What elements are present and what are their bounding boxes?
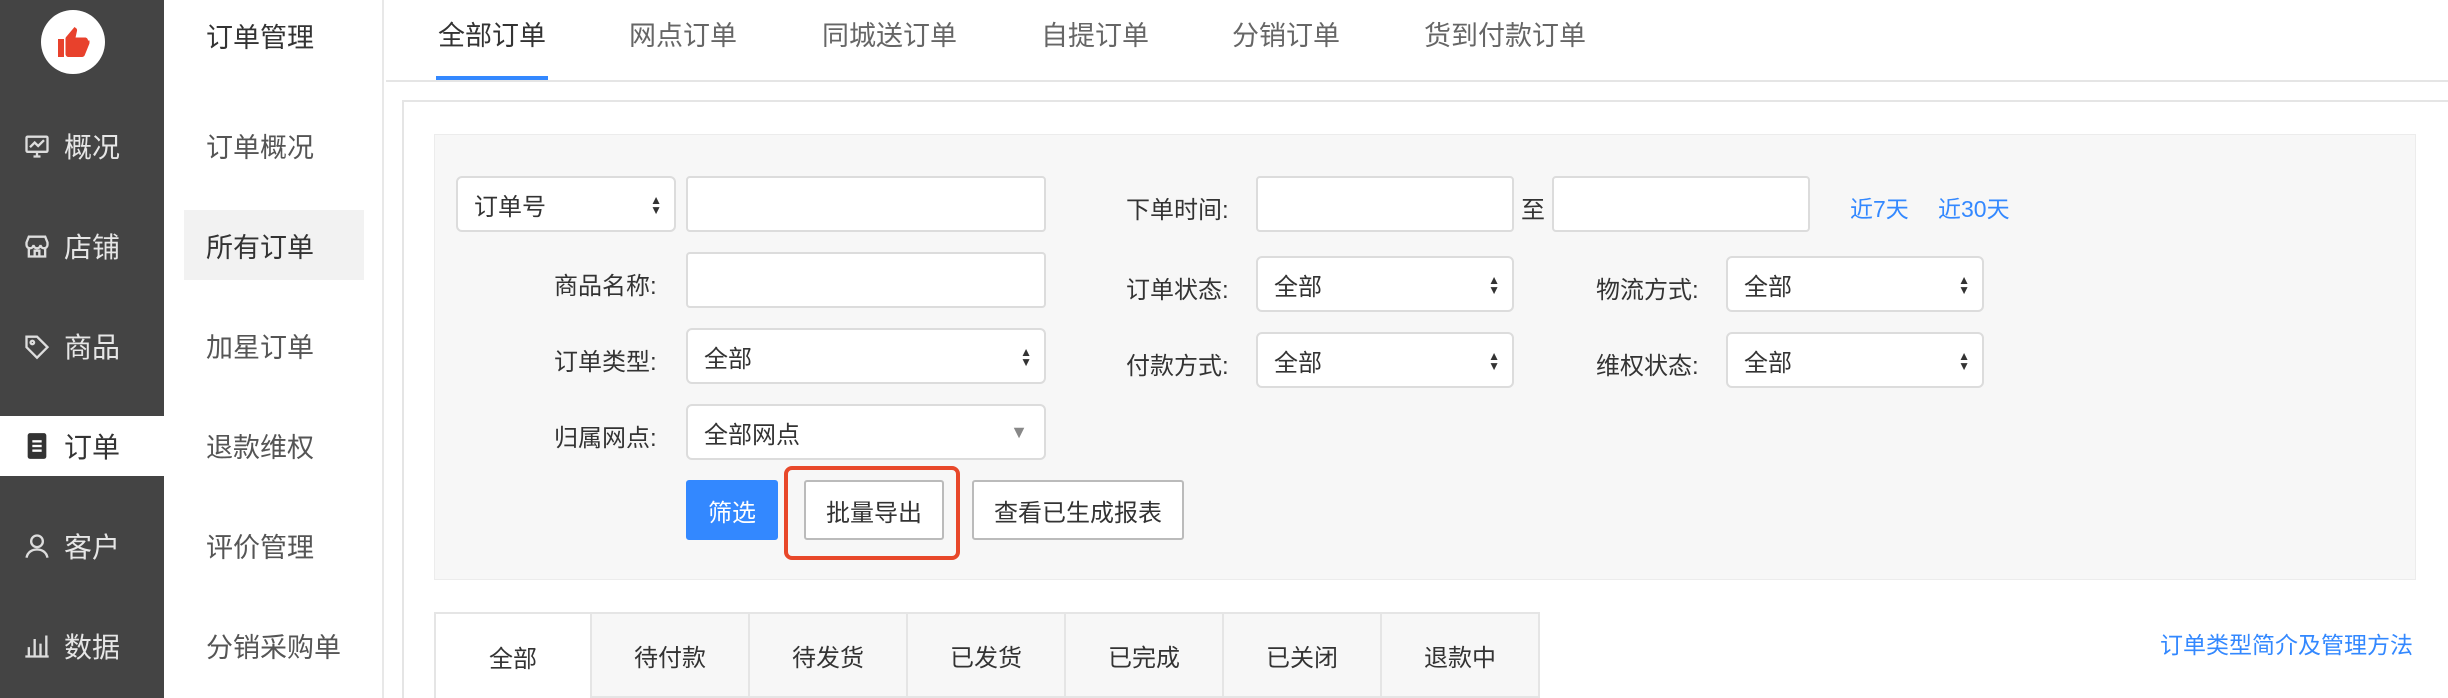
chevron-down-icon: ▼	[1010, 422, 1028, 442]
nav-label: 客户	[64, 532, 121, 563]
tab-same-city-orders[interactable]: 同城送订单	[822, 14, 957, 53]
nav-label: 商品	[64, 332, 121, 363]
order-no-input[interactable]	[686, 176, 1046, 232]
user-icon	[22, 531, 52, 561]
select-value: 全部	[1274, 349, 1322, 377]
order-no-type-select[interactable]: 订单号 ▲ ▼	[456, 176, 676, 232]
product-name-input[interactable]	[686, 252, 1046, 308]
payment-method-select[interactable]: 全部 ▲ ▼	[1256, 332, 1514, 388]
select-arrows-icon: ▲ ▼	[1020, 345, 1032, 369]
sub-sidebar: 订单管理 订单概况 所有订单 加星订单 退款维权 评价管理 分销采购单	[164, 0, 384, 698]
nav-item-data[interactable]: 数据	[0, 616, 164, 676]
nav-label: 订单	[64, 432, 121, 463]
order-type-help-link[interactable]: 订单类型简介及管理方法	[2160, 626, 2413, 660]
select-arrows-icon: ▲ ▼	[1958, 349, 1970, 373]
nav-item-goods[interactable]: 商品	[0, 316, 164, 376]
status-tab-all[interactable]: 全部	[434, 612, 592, 698]
rights-status-label: 维权状态:	[1596, 353, 1699, 380]
store-icon	[22, 231, 52, 261]
order-type-select[interactable]: 全部 ▲ ▼	[686, 328, 1046, 384]
logistics-label: 物流方式:	[1596, 277, 1699, 304]
status-tab-pending-payment[interactable]: 待付款	[592, 612, 750, 698]
nav-item-customers[interactable]: 客户	[0, 516, 164, 576]
nav-label: 数据	[64, 632, 121, 663]
product-name-label: 商品名称:	[554, 273, 657, 300]
sub-item-refunds[interactable]: 退款维权	[184, 410, 364, 480]
branch-select[interactable]: 全部网点 ▼	[686, 404, 1046, 460]
nav-label: 概况	[64, 132, 121, 163]
nav-item-orders[interactable]: 订单	[0, 416, 164, 476]
thumbs-up-icon	[58, 27, 90, 57]
view-reports-button[interactable]: 查看已生成报表	[972, 480, 1184, 540]
select-value: 全部网点	[704, 421, 800, 449]
status-tab-pending-shipment[interactable]: 待发货	[750, 612, 908, 698]
sub-item-reviews[interactable]: 评价管理	[184, 510, 364, 580]
sub-item-starred[interactable]: 加星订单	[184, 310, 364, 380]
order-icon	[22, 431, 52, 461]
tab-all-orders[interactable]: 全部订单	[438, 14, 546, 53]
sub-sidebar-title: 订单管理	[206, 23, 314, 53]
main-nav: 概况 店铺 商品 订单 客户 数据	[0, 0, 164, 698]
status-tab-completed[interactable]: 已完成	[1066, 612, 1224, 698]
order-type-label: 订单类型:	[554, 349, 657, 376]
status-tab-closed[interactable]: 已关闭	[1224, 612, 1382, 698]
filter-button[interactable]: 筛选	[686, 480, 778, 540]
last-7-days-link[interactable]: 近7天	[1850, 190, 1909, 224]
active-tab-indicator	[436, 76, 548, 80]
last-30-days-link[interactable]: 近30天	[1938, 190, 2010, 224]
select-value: 订单号	[474, 193, 546, 221]
tag-icon	[22, 331, 52, 361]
chart-icon	[22, 631, 52, 661]
select-value: 全部	[704, 345, 752, 373]
tab-branch-orders[interactable]: 网点订单	[629, 14, 737, 53]
tab-distribution-orders[interactable]: 分销订单	[1232, 14, 1340, 53]
logistics-select[interactable]: 全部 ▲ ▼	[1726, 256, 1984, 312]
dashboard-icon	[22, 131, 52, 161]
select-value: 全部	[1744, 273, 1792, 301]
order-time-label: 下单时间:	[1126, 197, 1229, 224]
logo[interactable]	[41, 10, 105, 74]
sub-item-all-orders[interactable]: 所有订单	[184, 210, 364, 280]
nav-item-overview[interactable]: 概况	[0, 116, 164, 176]
payment-method-label: 付款方式:	[1126, 353, 1229, 380]
status-tab-refunding[interactable]: 退款中	[1382, 612, 1540, 698]
nav-item-store[interactable]: 店铺	[0, 216, 164, 276]
tab-pickup-orders[interactable]: 自提订单	[1041, 14, 1149, 53]
tab-cod-orders[interactable]: 货到付款订单	[1424, 14, 1586, 53]
branch-label: 归属网点:	[554, 425, 657, 452]
order-type-tabs: 全部订单 网点订单 同城送订单 自提订单 分销订单 货到付款订单	[386, 0, 2448, 82]
order-status-label: 订单状态:	[1126, 277, 1229, 304]
time-range-separator: 至	[1521, 197, 1545, 224]
select-value: 全部	[1274, 273, 1322, 301]
sub-item-overview[interactable]: 订单概况	[184, 110, 364, 180]
select-arrows-icon: ▲ ▼	[1488, 349, 1500, 373]
highlight-box	[784, 466, 960, 560]
sub-item-distribution[interactable]: 分销采购单	[184, 610, 364, 680]
select-arrows-icon: ▲ ▼	[1488, 273, 1500, 297]
select-arrows-icon: ▲ ▼	[1958, 273, 1970, 297]
select-arrows-icon: ▲ ▼	[650, 193, 662, 217]
nav-label: 店铺	[64, 232, 121, 263]
order-status-select[interactable]: 全部 ▲ ▼	[1256, 256, 1514, 312]
order-time-start-input[interactable]	[1256, 176, 1514, 232]
order-time-end-input[interactable]	[1552, 176, 1810, 232]
status-tab-shipped[interactable]: 已发货	[908, 612, 1066, 698]
rights-status-select[interactable]: 全部 ▲ ▼	[1726, 332, 1984, 388]
select-value: 全部	[1744, 349, 1792, 377]
